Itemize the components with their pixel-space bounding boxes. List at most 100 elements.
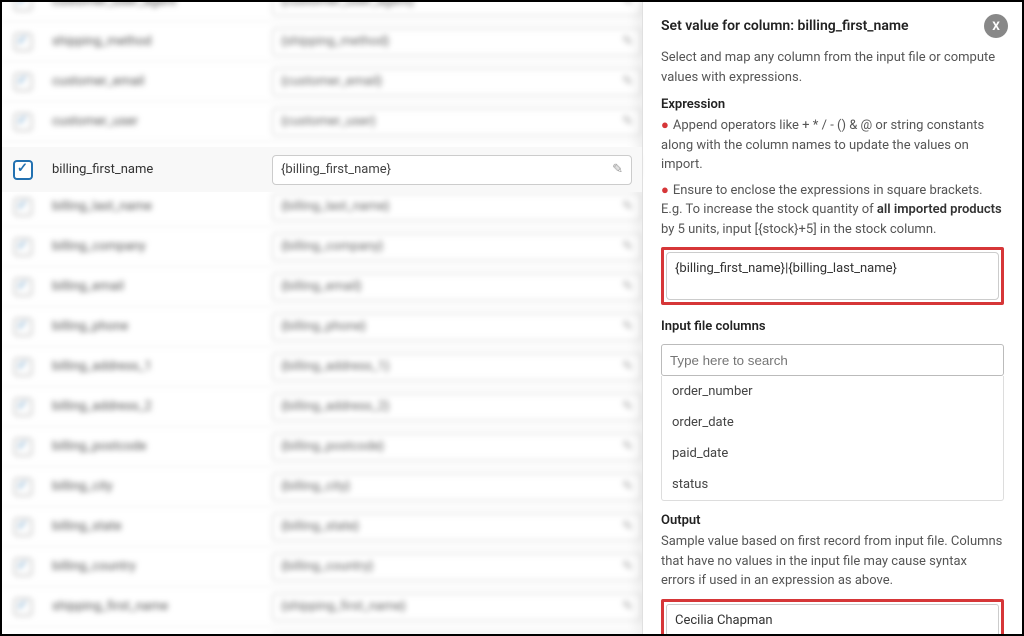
column-label: customer_user_agent xyxy=(52,2,272,9)
input-file-columns-label: Input file columns xyxy=(661,319,1004,334)
edit-icon[interactable]: ✎ xyxy=(622,114,633,129)
column-label: billing_company xyxy=(52,239,272,254)
input-columns-list: order_numberorder_datepaid_datestatus xyxy=(661,376,1004,501)
table-row[interactable]: customer_user{customer_user}✎ xyxy=(2,102,642,142)
column-value-input[interactable]: {customer_user_agent}✎ xyxy=(272,2,642,16)
edit-icon[interactable]: ✎ xyxy=(622,74,633,89)
table-row[interactable]: customer_email{customer_email}✎ xyxy=(2,62,642,102)
row-checkbox[interactable] xyxy=(14,161,32,179)
edit-icon[interactable]: ✎ xyxy=(622,479,633,494)
edit-icon[interactable]: ✎ xyxy=(622,199,633,214)
expression-hint-2: ●Ensure to enclose the expressions in sq… xyxy=(661,181,1004,240)
column-value-input[interactable]: {billing_country}✎ xyxy=(272,553,642,581)
expression-input[interactable]: {billing_first_name}|{billing_last_name} xyxy=(666,252,999,300)
row-checkbox[interactable] xyxy=(14,398,32,416)
expression-value: {billing_first_name}|{billing_last_name} xyxy=(675,261,897,276)
expression-input-highlight: {billing_first_name}|{billing_last_name} xyxy=(661,247,1004,305)
table-row[interactable]: shipping_method{shipping_method}✎ xyxy=(2,22,642,62)
row-checkbox[interactable] xyxy=(14,33,32,51)
column-value-input[interactable]: {shipping_first_name}✎ xyxy=(272,593,642,621)
column-value-input[interactable]: {billing_email}✎ xyxy=(272,273,642,301)
list-item[interactable]: order_number xyxy=(662,376,1003,407)
table-row[interactable]: billing_city{billing_city}✎ xyxy=(2,467,642,507)
column-value-input[interactable]: {billing_city}✎ xyxy=(272,473,642,501)
column-label: shipping_first_name xyxy=(52,599,272,614)
close-button[interactable]: X xyxy=(984,14,1008,38)
table-row-focused[interactable]: billing_first_name {billing_first_name} … xyxy=(2,147,642,192)
list-item[interactable]: order_date xyxy=(662,407,1003,438)
table-row[interactable]: billing_state{billing_state}✎ xyxy=(2,507,642,547)
column-label: billing_address_2 xyxy=(52,399,272,414)
edit-icon[interactable]: ✎ xyxy=(622,239,633,254)
column-value-input[interactable]: {billing_state}✎ xyxy=(272,513,642,541)
column-label: billing_state xyxy=(52,519,272,534)
column-value-input[interactable]: {shipping_last_name}✎ xyxy=(272,633,642,635)
output-value-box: Cecilia Chapman xyxy=(666,604,999,635)
list-item[interactable]: status xyxy=(662,469,1003,500)
panel-description: Select and map any column from the input… xyxy=(661,48,1004,87)
edit-icon[interactable]: ✎ xyxy=(622,279,633,294)
column-value-input[interactable]: {billing_last_name}✎ xyxy=(272,193,642,221)
row-checkbox[interactable] xyxy=(14,278,32,296)
edit-icon[interactable]: ✎ xyxy=(622,359,633,374)
column-label: billing_country xyxy=(52,559,272,574)
column-value-input[interactable]: {shipping_method}✎ xyxy=(272,28,642,56)
row-checkbox[interactable] xyxy=(14,73,32,91)
edit-icon[interactable]: ✎ xyxy=(622,519,633,534)
panel-arrow xyxy=(642,154,643,178)
column-value-input[interactable]: {billing_company}✎ xyxy=(272,233,642,261)
table-row[interactable]: customer_user_agent{customer_user_agent}… xyxy=(2,2,642,22)
edit-icon[interactable]: ✎ xyxy=(622,599,633,614)
edit-icon[interactable]: ✎ xyxy=(622,319,633,334)
edit-icon[interactable]: ✎ xyxy=(612,162,623,177)
row-checkbox[interactable] xyxy=(14,238,32,256)
column-value-input[interactable]: {billing_phone}✎ xyxy=(272,313,642,341)
row-checkbox[interactable] xyxy=(14,558,32,576)
expression-hint-1: ●Append operators like + * / - () & @ or… xyxy=(661,116,1004,175)
row-checkbox[interactable] xyxy=(14,438,32,456)
column-label: billing_address_1 xyxy=(52,359,272,374)
table-row[interactable]: billing_address_2{billing_address_2}✎ xyxy=(2,387,642,427)
table-row[interactable]: billing_country{billing_country}✎ xyxy=(2,547,642,587)
table-row[interactable]: billing_company{billing_company}✎ xyxy=(2,227,642,267)
column-label: billing_city xyxy=(52,479,272,494)
list-item[interactable]: paid_date xyxy=(662,438,1003,469)
row-checkbox[interactable] xyxy=(14,198,32,216)
table-row[interactable]: billing_email{billing_email}✎ xyxy=(2,267,642,307)
column-label: billing_email xyxy=(52,279,272,294)
row-checkbox[interactable] xyxy=(14,518,32,536)
row-checkbox[interactable] xyxy=(14,358,32,376)
panel-title: Set value for column: billing_first_name xyxy=(661,18,1004,34)
column-search-input[interactable] xyxy=(661,344,1004,376)
edit-icon[interactable]: ✎ xyxy=(622,399,633,414)
table-row[interactable]: billing_phone{billing_phone}✎ xyxy=(2,307,642,347)
column-value-input[interactable]: {billing_address_1}✎ xyxy=(272,353,642,381)
column-label: billing_first_name xyxy=(52,162,272,177)
table-row[interactable]: billing_postcode{billing_postcode}✎ xyxy=(2,427,642,467)
column-label: billing_last_name xyxy=(52,199,272,214)
output-description: Sample value based on first record from … xyxy=(661,532,1004,591)
column-value-input[interactable]: {customer_email}✎ xyxy=(272,68,642,96)
column-label: billing_phone xyxy=(52,319,272,334)
set-value-panel: X Set value for column: billing_first_na… xyxy=(642,2,1022,634)
edit-icon[interactable]: ✎ xyxy=(622,2,633,9)
edit-icon[interactable]: ✎ xyxy=(622,559,633,574)
column-label: customer_user xyxy=(52,114,272,129)
table-row[interactable]: shipping_last_name{shipping_last_name}✎ xyxy=(2,627,642,634)
column-value-input[interactable]: {billing_postcode}✎ xyxy=(272,433,642,461)
table-row[interactable]: billing_address_1{billing_address_1}✎ xyxy=(2,347,642,387)
row-checkbox[interactable] xyxy=(14,113,32,131)
column-value-input[interactable]: {billing_first_name} ✎ xyxy=(272,155,632,185)
row-checkbox[interactable] xyxy=(14,318,32,336)
output-value: Cecilia Chapman xyxy=(675,613,773,628)
edit-icon[interactable]: ✎ xyxy=(622,34,633,49)
mapping-table-pane: customer_user_agent{customer_user_agent}… xyxy=(2,2,642,634)
row-checkbox[interactable] xyxy=(14,598,32,616)
column-value-input[interactable]: {billing_address_2}✎ xyxy=(272,393,642,421)
table-row[interactable]: shipping_first_name{shipping_first_name}… xyxy=(2,587,642,627)
column-value-input[interactable]: {customer_user}✎ xyxy=(272,108,642,136)
edit-icon[interactable]: ✎ xyxy=(622,439,633,454)
table-row[interactable]: billing_last_name{billing_last_name}✎ xyxy=(2,187,642,227)
row-checkbox[interactable] xyxy=(14,2,32,11)
row-checkbox[interactable] xyxy=(14,478,32,496)
